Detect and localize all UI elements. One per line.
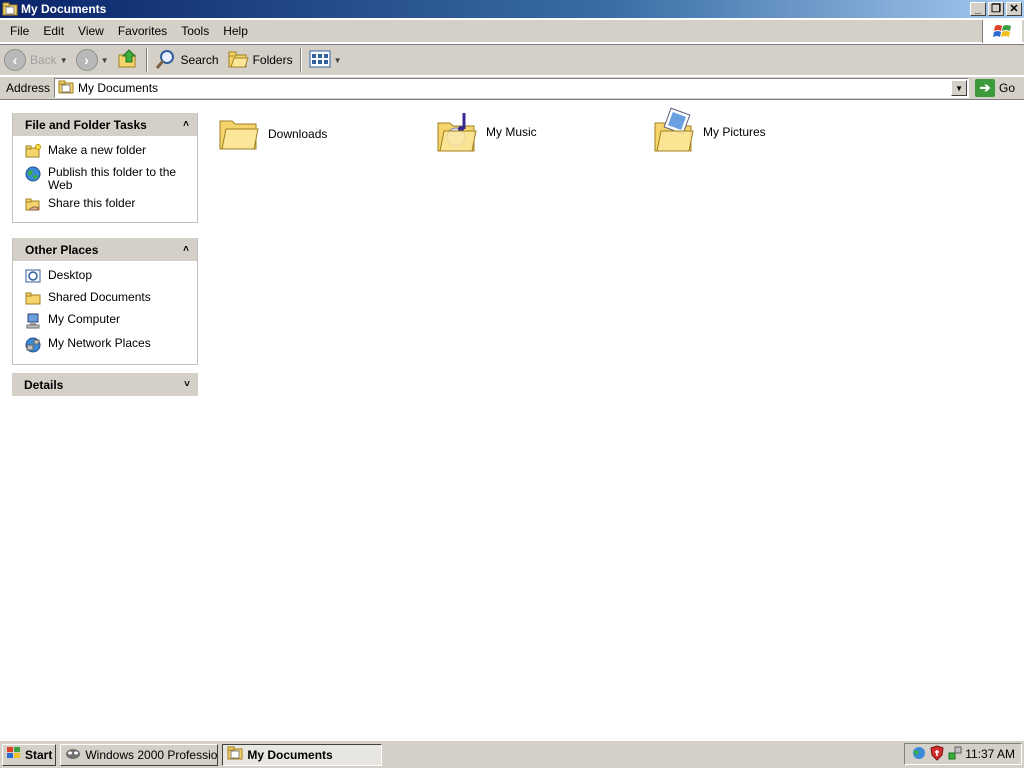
taskbar-item-my-documents[interactable]: My Documents <box>222 743 383 766</box>
expand-icon[interactable]: ˅ <box>184 379 190 390</box>
views-icon <box>309 50 331 71</box>
back-arrow-icon: ‹ <box>4 49 26 71</box>
raccoon-app-icon <box>65 746 81 763</box>
share-folder-link[interactable]: Share this folder <box>25 197 193 214</box>
folder-downloads[interactable]: Downloads <box>218 111 327 156</box>
other-places-header[interactable]: Other Places ˄ <box>13 238 197 261</box>
go-button[interactable]: ➔ Go <box>975 79 1015 97</box>
system-tray: 11:37 AM <box>904 743 1022 765</box>
views-dropdown-icon[interactable]: ▼ <box>334 56 342 65</box>
my-network-places-link[interactable]: My Network Places <box>25 337 193 356</box>
clock: 11:37 AM <box>965 747 1015 761</box>
forward-arrow-icon: › <box>75 49 98 71</box>
menu-favorites[interactable]: Favorites <box>111 24 174 38</box>
window-title: My Documents <box>21 2 107 16</box>
security-shield-icon[interactable] <box>929 744 945 764</box>
my-computer-link[interactable]: My Computer <box>25 313 193 332</box>
network-icon <box>25 337 41 356</box>
folders-icon <box>227 49 249 72</box>
folder-icon <box>218 111 260 156</box>
pictures-folder-icon <box>653 105 695 158</box>
views-button[interactable]: ▼ <box>305 46 346 74</box>
search-button[interactable]: Search <box>151 46 223 74</box>
menu-tools[interactable]: Tools <box>174 24 216 38</box>
desktop-link[interactable]: Desktop <box>25 269 193 286</box>
close-button[interactable]: ✕ <box>1006 2 1022 16</box>
folder-icon <box>227 746 243 763</box>
windows-logo-icon <box>6 746 22 763</box>
restore-button[interactable]: ❐ <box>988 2 1004 16</box>
folder-my-music[interactable]: My Music <box>436 105 537 158</box>
other-places-pane: Other Places ˄ Desktop Shared Documents <box>12 238 198 365</box>
back-dropdown-icon[interactable]: ▼ <box>60 56 68 65</box>
go-arrow-icon: ➔ <box>975 79 996 97</box>
minimize-button[interactable]: _ <box>970 2 986 16</box>
toolbar-separator <box>145 48 148 72</box>
go-label: Go <box>999 81 1016 95</box>
menu-view[interactable]: View <box>71 24 111 38</box>
folder-my-pictures[interactable]: My Pictures <box>653 105 766 158</box>
up-folder-icon <box>117 48 139 73</box>
back-button[interactable]: ‹ Back ▼ <box>0 46 72 74</box>
publish-folder-web-link[interactable]: Publish this folder to the Web <box>25 166 193 192</box>
file-folder-tasks-header[interactable]: File and Folder Tasks ˄ <box>13 113 197 136</box>
shared-documents-link[interactable]: Shared Documents <box>25 291 193 308</box>
details-header[interactable]: Details ˅ <box>12 373 198 396</box>
details-pane: Details ˅ <box>12 373 198 396</box>
folder-icon <box>2 2 18 16</box>
shared-folder-icon <box>25 291 41 308</box>
address-value: My Documents <box>78 81 159 95</box>
menu-edit[interactable]: Edit <box>36 24 71 38</box>
share-folder-icon <box>25 197 41 214</box>
taskbar-item-windows-2000[interactable]: Windows 2000 Profession... <box>60 743 219 766</box>
make-new-folder-link[interactable]: Make a new folder <box>25 144 193 161</box>
menu-file[interactable]: File <box>0 24 36 38</box>
address-input[interactable]: My Documents ▼ <box>54 78 970 98</box>
taskbar: Start Windows 2000 Profession... My Docu… <box>0 740 1024 768</box>
network-tray-icon[interactable] <box>911 745 927 764</box>
content-area: File and Folder Tasks ˄ Make a new folde… <box>0 101 1024 740</box>
title-bar: My Documents _ ❐ ✕ <box>0 0 1024 18</box>
address-label: Address <box>6 81 51 95</box>
menu-help[interactable]: Help <box>216 24 255 38</box>
desktop-icon <box>25 269 41 286</box>
address-dropdown-icon[interactable]: ▼ <box>951 80 968 96</box>
search-icon <box>155 48 177 73</box>
music-folder-icon <box>436 105 478 158</box>
connection-tray-icon[interactable] <box>947 745 963 764</box>
new-folder-icon <box>25 144 41 161</box>
globe-icon <box>25 166 41 185</box>
address-bar: Address My Documents ▼ ➔ Go <box>0 77 1024 100</box>
up-folder-button[interactable] <box>113 46 143 74</box>
forward-button[interactable]: › ▼ <box>72 46 113 74</box>
collapse-icon[interactable]: ˄ <box>183 119 189 130</box>
forward-dropdown-icon[interactable]: ▼ <box>101 56 109 65</box>
menu-bar: File Edit View Favorites Tools Help <box>0 20 1024 43</box>
computer-icon <box>25 313 41 332</box>
toolbar-separator <box>299 48 302 72</box>
toolbar: ‹ Back ▼ › ▼ Search Folders ▼ <box>0 44 1024 76</box>
file-folder-tasks-pane: File and Folder Tasks ˄ Make a new folde… <box>12 113 198 223</box>
folders-button[interactable]: Folders <box>223 46 297 74</box>
start-button[interactable]: Start <box>2 743 57 766</box>
windows-logo-icon <box>982 20 1022 43</box>
my-documents-icon <box>58 80 74 97</box>
collapse-icon[interactable]: ˄ <box>183 244 189 255</box>
